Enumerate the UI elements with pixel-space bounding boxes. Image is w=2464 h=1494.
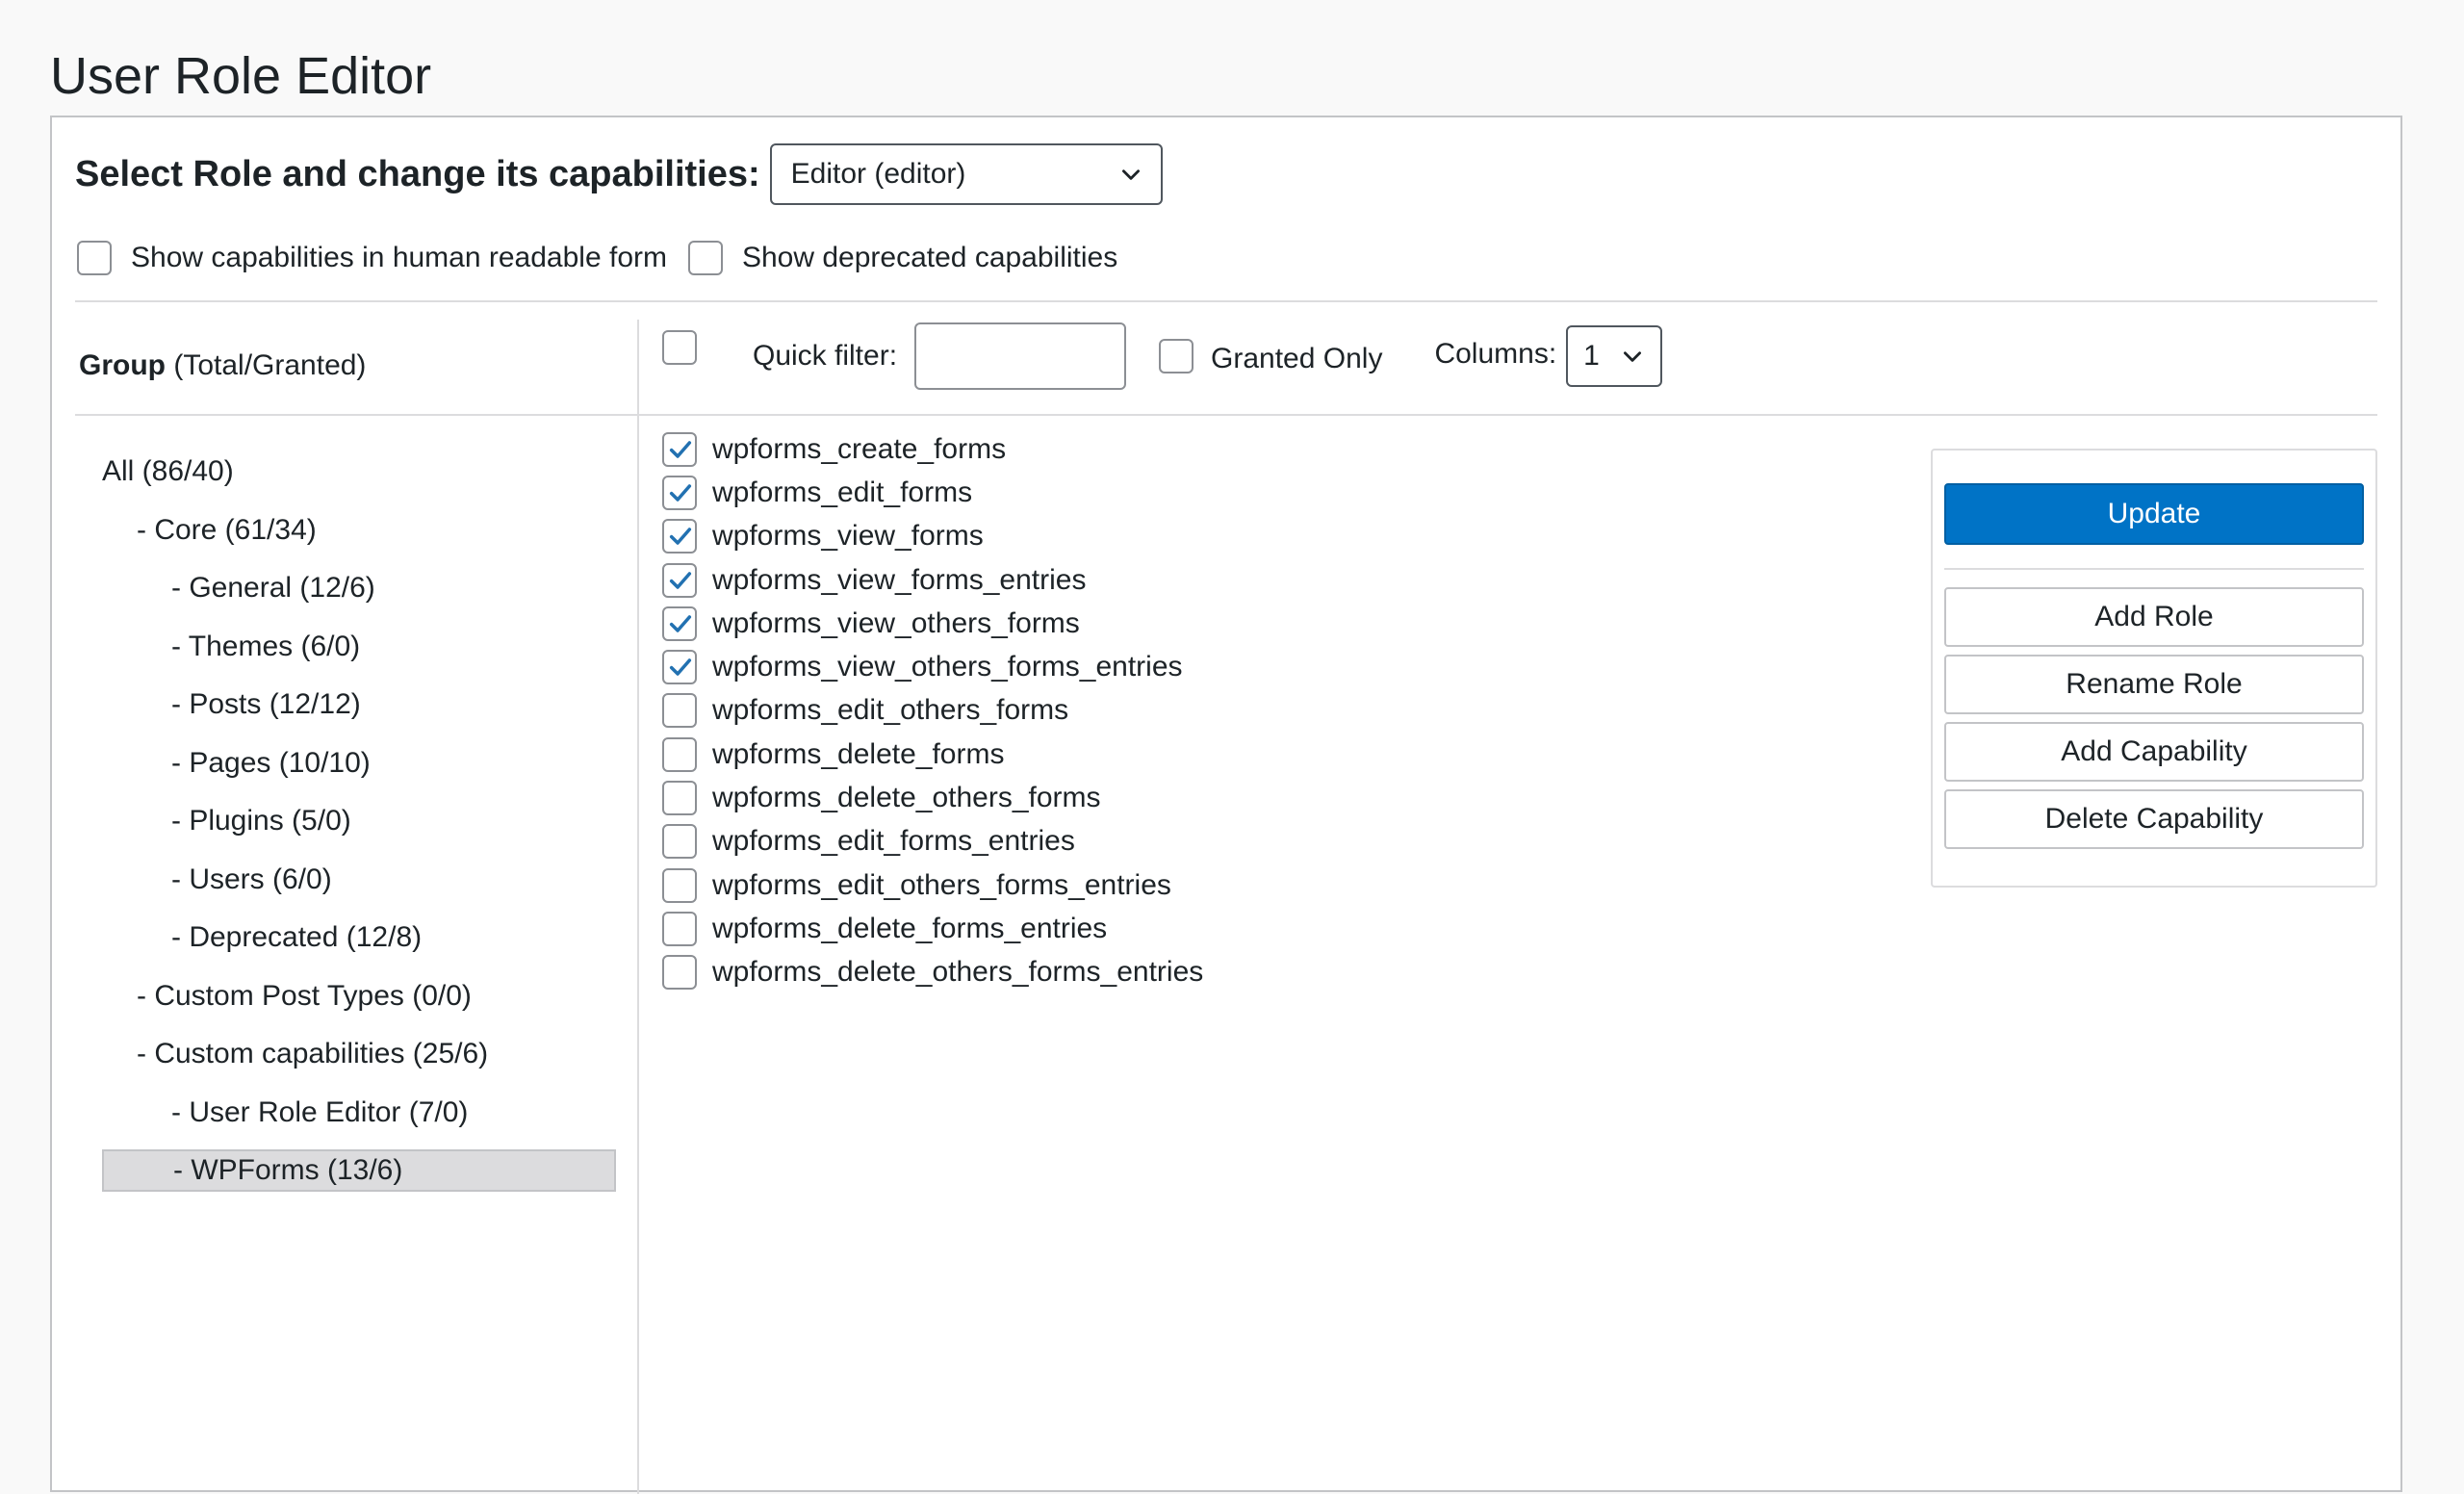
- divider: [1944, 568, 2364, 570]
- capability-name: wpforms_view_forms: [712, 520, 984, 553]
- capability-item[interactable]: wpforms_edit_forms: [662, 471, 1203, 514]
- capability-item[interactable]: wpforms_delete_forms_entries: [662, 907, 1203, 950]
- divider: [75, 414, 2377, 416]
- capability-name: wpforms_create_forms: [712, 432, 1007, 465]
- deprecated-option[interactable]: Show deprecated capabilities: [687, 241, 1118, 275]
- capability-checkbox[interactable]: [662, 911, 697, 946]
- capability-name: wpforms_edit_others_forms: [712, 694, 1069, 727]
- actions-panel: Update Add Role Rename Role Add Capabili…: [1931, 449, 2377, 888]
- capability-name: wpforms_delete_others_forms: [712, 782, 1101, 814]
- checkmark-icon: [669, 658, 692, 676]
- divider: [75, 300, 2377, 302]
- capability-name: wpforms_view_others_forms: [712, 606, 1080, 639]
- capability-checkbox[interactable]: [662, 519, 697, 554]
- group-header-subtitle: (Total/Granted): [173, 349, 367, 381]
- capability-name: wpforms_delete_forms: [712, 737, 1005, 770]
- capability-checkbox[interactable]: [662, 650, 697, 685]
- columns-label: Columns:: [1434, 338, 1557, 370]
- role-editor-panel: Select Role and change its capabilities:…: [50, 116, 2402, 1494]
- capability-name: wpforms_edit_forms_entries: [712, 825, 1075, 858]
- capability-item[interactable]: wpforms_edit_others_forms: [662, 689, 1203, 733]
- rename-role-button[interactable]: Rename Role: [1944, 655, 2364, 714]
- columns-select[interactable]: 1: [1566, 325, 1663, 387]
- group-header: Group (Total/Granted): [79, 345, 366, 387]
- granted-only-checkbox[interactable]: [1159, 339, 1194, 374]
- granted-only-label: Granted Only: [1211, 343, 1383, 374]
- capability-item[interactable]: wpforms_edit_others_forms_entries: [662, 863, 1203, 907]
- group-tree-item[interactable]: - Deprecated (12/8): [102, 909, 616, 967]
- role-select-row: Select Role and change its capabilities:…: [75, 142, 1163, 206]
- capability-item[interactable]: wpforms_delete_others_forms: [662, 776, 1203, 819]
- checkmark-icon: [669, 440, 692, 458]
- quick-filter-label: Quick filter:: [753, 340, 898, 372]
- capability-item[interactable]: wpforms_edit_forms_entries: [662, 820, 1203, 863]
- group-tree-item[interactable]: - General (12/6): [102, 559, 616, 618]
- chevron-down-icon: [1624, 351, 1642, 362]
- capabilities-toolbar: Quick filter: Granted Only Columns: 1: [662, 320, 1663, 393]
- select-all-checkbox[interactable]: [662, 330, 697, 365]
- human-readable-checkbox[interactable]: [77, 241, 112, 275]
- capability-item[interactable]: wpforms_view_others_forms: [662, 602, 1203, 645]
- group-tree-item[interactable]: - WPForms (13/6): [102, 1149, 616, 1192]
- capability-checkbox[interactable]: [662, 736, 697, 772]
- capability-checkbox[interactable]: [662, 955, 697, 991]
- group-tree-item[interactable]: - Users (6/0): [102, 851, 616, 910]
- capability-checkbox[interactable]: [662, 824, 697, 860]
- capability-checkbox[interactable]: [662, 562, 697, 598]
- group-tree-item[interactable]: - Core (61/34): [102, 502, 616, 560]
- group-header-title: Group: [79, 349, 166, 381]
- capability-name: wpforms_edit_others_forms_entries: [712, 868, 1171, 901]
- capabilities-list: wpforms_create_forms wpforms_edit_formswp…: [662, 427, 1203, 994]
- human-readable-option[interactable]: Show capabilities in human readable form: [77, 241, 667, 275]
- capability-name: wpforms_delete_forms_entries: [712, 912, 1108, 944]
- group-tree-item[interactable]: All (86/40): [102, 443, 616, 502]
- display-options: Show capabilities in human readable form…: [77, 235, 1117, 281]
- checkmark-icon: [669, 571, 692, 589]
- group-tree: All (86/40) - Core (61/34) - General (12/6…: [102, 443, 616, 1192]
- deprecated-label: Show deprecated capabilities: [741, 242, 1118, 273]
- columns-select-value: 1: [1583, 340, 1600, 372]
- human-readable-label: Show capabilities in human readable form: [131, 242, 667, 273]
- capability-name: wpforms_view_forms_entries: [712, 563, 1087, 596]
- checkmark-icon: [669, 615, 692, 632]
- capability-item[interactable]: wpforms_view_forms: [662, 515, 1203, 558]
- role-select[interactable]: Editor (editor): [769, 143, 1163, 205]
- role-select-label: Select Role and change its capabilities:: [75, 153, 760, 194]
- page-title: User Role Editor: [50, 47, 432, 105]
- capability-checkbox[interactable]: [662, 867, 697, 903]
- capability-item[interactable]: wpforms_delete_others_forms_entries: [662, 951, 1203, 994]
- capability-item[interactable]: wpforms_delete_forms: [662, 733, 1203, 776]
- add-role-button[interactable]: Add Role: [1944, 587, 2364, 647]
- checkmark-icon: [669, 484, 692, 502]
- delete-capability-button[interactable]: Delete Capability: [1944, 789, 2364, 849]
- capability-name: wpforms_edit_forms: [712, 476, 973, 508]
- group-tree-item[interactable]: - Plugins (5/0): [102, 792, 616, 851]
- group-tree-item[interactable]: - Custom Post Types (0/0): [102, 967, 616, 1026]
- capability-item[interactable]: wpforms_view_forms_entries: [662, 558, 1203, 602]
- checkmark-icon: [669, 528, 692, 545]
- capability-checkbox[interactable]: [662, 781, 697, 816]
- quick-filter-input[interactable]: [914, 322, 1127, 390]
- group-tree-item[interactable]: - Themes (6/0): [102, 618, 616, 677]
- group-tree-item[interactable]: - Pages (10/10): [102, 734, 616, 793]
- update-button[interactable]: Update: [1944, 483, 2364, 545]
- capability-checkbox[interactable]: [662, 431, 697, 467]
- role-select-value: Editor (editor): [790, 158, 966, 190]
- capability-item[interactable]: wpforms_view_others_forms_entries: [662, 645, 1203, 688]
- group-tree-item[interactable]: - Posts (12/12): [102, 676, 616, 734]
- capability-checkbox[interactable]: [662, 693, 697, 729]
- column-divider: [637, 320, 639, 1494]
- group-tree-item[interactable]: - Custom capabilities (25/6): [102, 1025, 616, 1084]
- capability-item[interactable]: wpforms_create_forms: [662, 427, 1203, 471]
- add-capability-button[interactable]: Add Capability: [1944, 722, 2364, 782]
- capability-checkbox[interactable]: [662, 475, 697, 510]
- deprecated-checkbox[interactable]: [687, 241, 723, 275]
- chevron-down-icon: [1121, 169, 1140, 180]
- group-tree-item[interactable]: - User Role Editor (7/0): [102, 1084, 616, 1143]
- capability-name: wpforms_view_others_forms_entries: [712, 651, 1183, 683]
- capability-checkbox[interactable]: [662, 605, 697, 641]
- capability-name: wpforms_delete_others_forms_entries: [712, 956, 1204, 989]
